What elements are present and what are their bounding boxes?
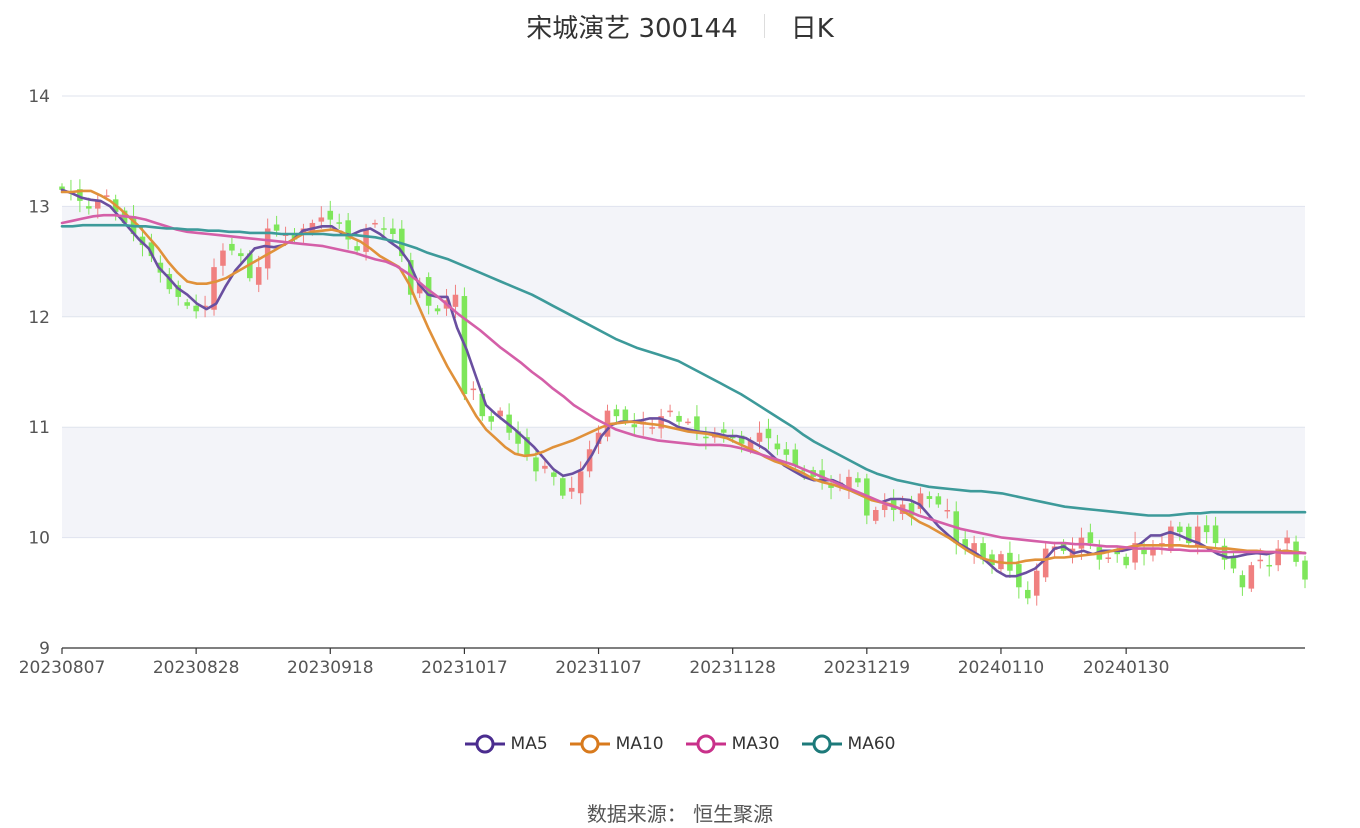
candle-body	[390, 228, 396, 234]
candle-body	[533, 457, 539, 472]
legend-ma10-label: MA10	[615, 734, 664, 754]
candle-body	[676, 415, 682, 422]
candle-body	[273, 224, 280, 231]
candle-body	[452, 294, 459, 307]
y-tick-label: 10	[28, 529, 50, 549]
x-tick-label: 20231107	[555, 658, 642, 678]
candle-body	[1087, 532, 1094, 544]
candle-body	[542, 465, 548, 469]
legend: MA5 MA10 MA30 MA60	[0, 734, 1360, 754]
candle-body	[488, 416, 495, 422]
y-tick-label: 9	[39, 639, 50, 659]
candle-body	[935, 496, 942, 505]
x-tick-label: 20230828	[153, 658, 240, 678]
x-axis: 20230807 20230828 20230918 20231017 20231107…	[19, 647, 1305, 678]
x-tick-label: 20230918	[287, 658, 374, 678]
y-tick-label: 13	[28, 197, 50, 217]
candle-body	[622, 409, 629, 422]
candle-body	[354, 246, 360, 251]
legend-item-ma30[interactable]: MA30	[685, 734, 780, 754]
candle-body	[229, 243, 235, 251]
candle-body	[703, 436, 709, 439]
candle-body	[926, 496, 933, 499]
candle-body	[1105, 557, 1112, 559]
candle-body	[264, 228, 271, 269]
candle-body	[649, 427, 655, 429]
candle-body	[765, 428, 772, 439]
x-tick-label: 20231219	[824, 658, 911, 678]
legend-ma30-icon	[685, 734, 726, 754]
candle-body	[86, 206, 92, 209]
candle-body	[1212, 525, 1219, 544]
candle-body	[318, 217, 325, 222]
candle-body	[855, 478, 861, 483]
legend-ma10-icon	[569, 734, 610, 754]
y-axis: 9 10 11 12 13 14	[28, 87, 50, 659]
y-tick-label: 11	[28, 418, 50, 438]
legend-item-ma10[interactable]: MA10	[569, 734, 664, 754]
legend-ma60-circle	[812, 734, 832, 754]
candle-body	[470, 388, 477, 391]
candle-body	[551, 472, 557, 477]
candle-body	[685, 421, 691, 424]
candle-body	[193, 305, 199, 312]
legend-ma5-circle	[475, 734, 495, 754]
candle-body	[1177, 526, 1183, 533]
candle-body	[327, 210, 334, 220]
candle-body	[1203, 525, 1210, 533]
candle-body	[1239, 575, 1246, 588]
candlestick-chart: 91011121314 20230807 20230828 20230918 2023…	[19, 87, 1308, 678]
candle-body	[720, 429, 727, 433]
candle-body	[783, 449, 790, 455]
candle-body	[756, 432, 763, 442]
candle-body	[631, 424, 638, 428]
candle-body	[1248, 565, 1255, 589]
candle-body	[613, 409, 620, 417]
candle-body	[238, 253, 244, 257]
candle-body	[1230, 557, 1237, 569]
candle-body	[220, 250, 226, 266]
candle-body	[381, 228, 387, 230]
candle-body	[1141, 549, 1147, 555]
x-tick-label: 20240110	[958, 658, 1045, 678]
candle-body	[1033, 570, 1040, 596]
data-source-note: 数据来源： 恒生聚源	[586, 802, 774, 826]
candle-body	[774, 443, 781, 450]
candle-body	[872, 510, 879, 521]
candle-body	[372, 222, 378, 225]
legend-ma60-label: MA60	[847, 734, 896, 754]
y-tick-label: 14	[28, 87, 50, 107]
candle-body	[434, 308, 441, 312]
x-tick-label: 20231017	[421, 658, 508, 678]
y-tick-label: 12	[28, 308, 50, 328]
candle-body	[568, 487, 575, 492]
legend-ma5-label: MA5	[510, 734, 548, 754]
legend-ma10-circle	[580, 734, 600, 754]
candle-body	[184, 302, 190, 306]
candle-body	[667, 410, 673, 413]
candle-body	[1025, 589, 1031, 599]
candle-body	[1042, 548, 1049, 578]
x-tick-label: 20230807	[19, 658, 106, 678]
x-tick-label: 20240130	[1083, 658, 1170, 678]
candle-body	[560, 478, 566, 496]
candle-body	[1284, 537, 1290, 544]
legend-ma60-icon	[801, 734, 842, 754]
legend-item-ma5[interactable]: MA5	[464, 734, 548, 754]
x-tick-label: 20231128	[689, 658, 776, 678]
candle-body	[1302, 560, 1308, 580]
grid-lines	[62, 95, 1305, 649]
legend-ma5-icon	[464, 734, 505, 754]
candle-body	[363, 228, 369, 252]
candle-body	[336, 222, 342, 224]
legend-ma30-label: MA30	[731, 734, 780, 754]
candle-body	[1266, 564, 1273, 567]
legend-item-ma60[interactable]: MA60	[801, 734, 896, 754]
candle-body	[1123, 556, 1129, 566]
candle-body	[1257, 559, 1264, 562]
candle-body	[255, 267, 262, 285]
legend-ma30-circle	[696, 734, 716, 754]
candle-body	[577, 471, 584, 494]
candle-body	[944, 510, 951, 512]
